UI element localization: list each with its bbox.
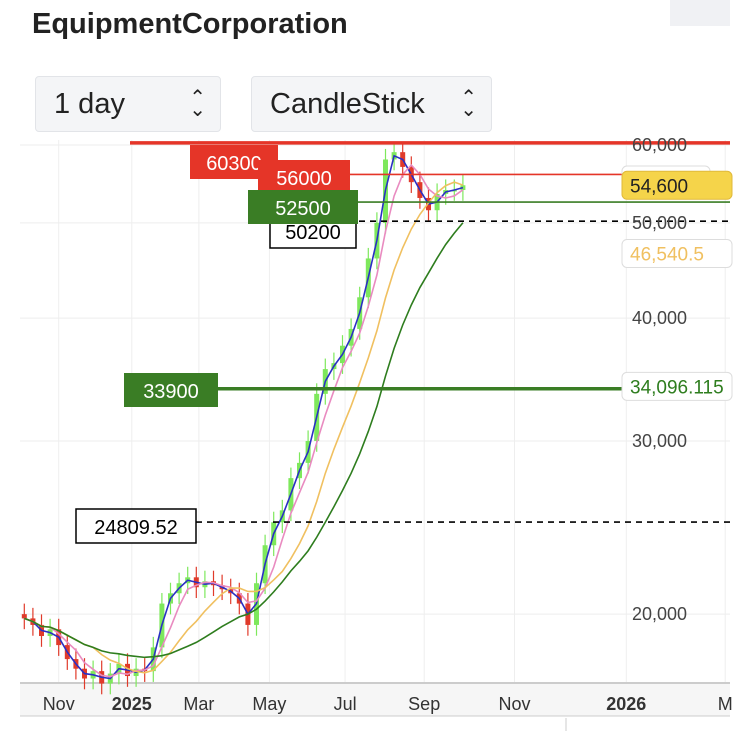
- price-level-label: 52500: [275, 198, 331, 220]
- y-tick-label: 20,000: [632, 604, 687, 624]
- moving-average-line: [24, 222, 464, 659]
- x-tick-label: Jul: [334, 694, 357, 714]
- moving-average-line: [24, 181, 464, 674]
- ma-price-tag: 46,540.5: [630, 244, 704, 265]
- y-tick-label: 50,000: [632, 213, 687, 233]
- x-tick-label: Mar: [183, 694, 214, 714]
- ma-price-tag: 34,096.115: [630, 377, 724, 398]
- price-level-label: 33900: [143, 381, 199, 403]
- price-level-label: 60300: [206, 153, 262, 175]
- price-level-label: 24809.52: [94, 517, 177, 539]
- x-tick-label: 2025: [112, 694, 152, 714]
- price-level-label: 50200: [285, 222, 341, 244]
- candle: [21, 614, 27, 619]
- x-tick-label: Nov: [43, 694, 75, 714]
- x-tick-label: 2026: [606, 694, 646, 714]
- price-level-label: 56000: [276, 168, 332, 190]
- x-tick-label: May: [252, 694, 286, 714]
- y-tick-label: 30,000: [632, 431, 687, 451]
- y-tick-label: 60,000: [632, 135, 687, 155]
- moving-average-line: [24, 163, 464, 678]
- x-tick-label: M: [718, 694, 733, 714]
- x-tick-label: Nov: [498, 694, 530, 714]
- y-tick-label: 40,000: [632, 308, 687, 328]
- moving-average-line: [24, 154, 464, 680]
- x-tick-label: Sep: [408, 694, 440, 714]
- last-price-tag: 54,600: [630, 176, 688, 197]
- price-chart[interactable]: Nov 2025 Mar May Jul Sep Nov 2026 M 50200 60300 560…: [0, 0, 750, 731]
